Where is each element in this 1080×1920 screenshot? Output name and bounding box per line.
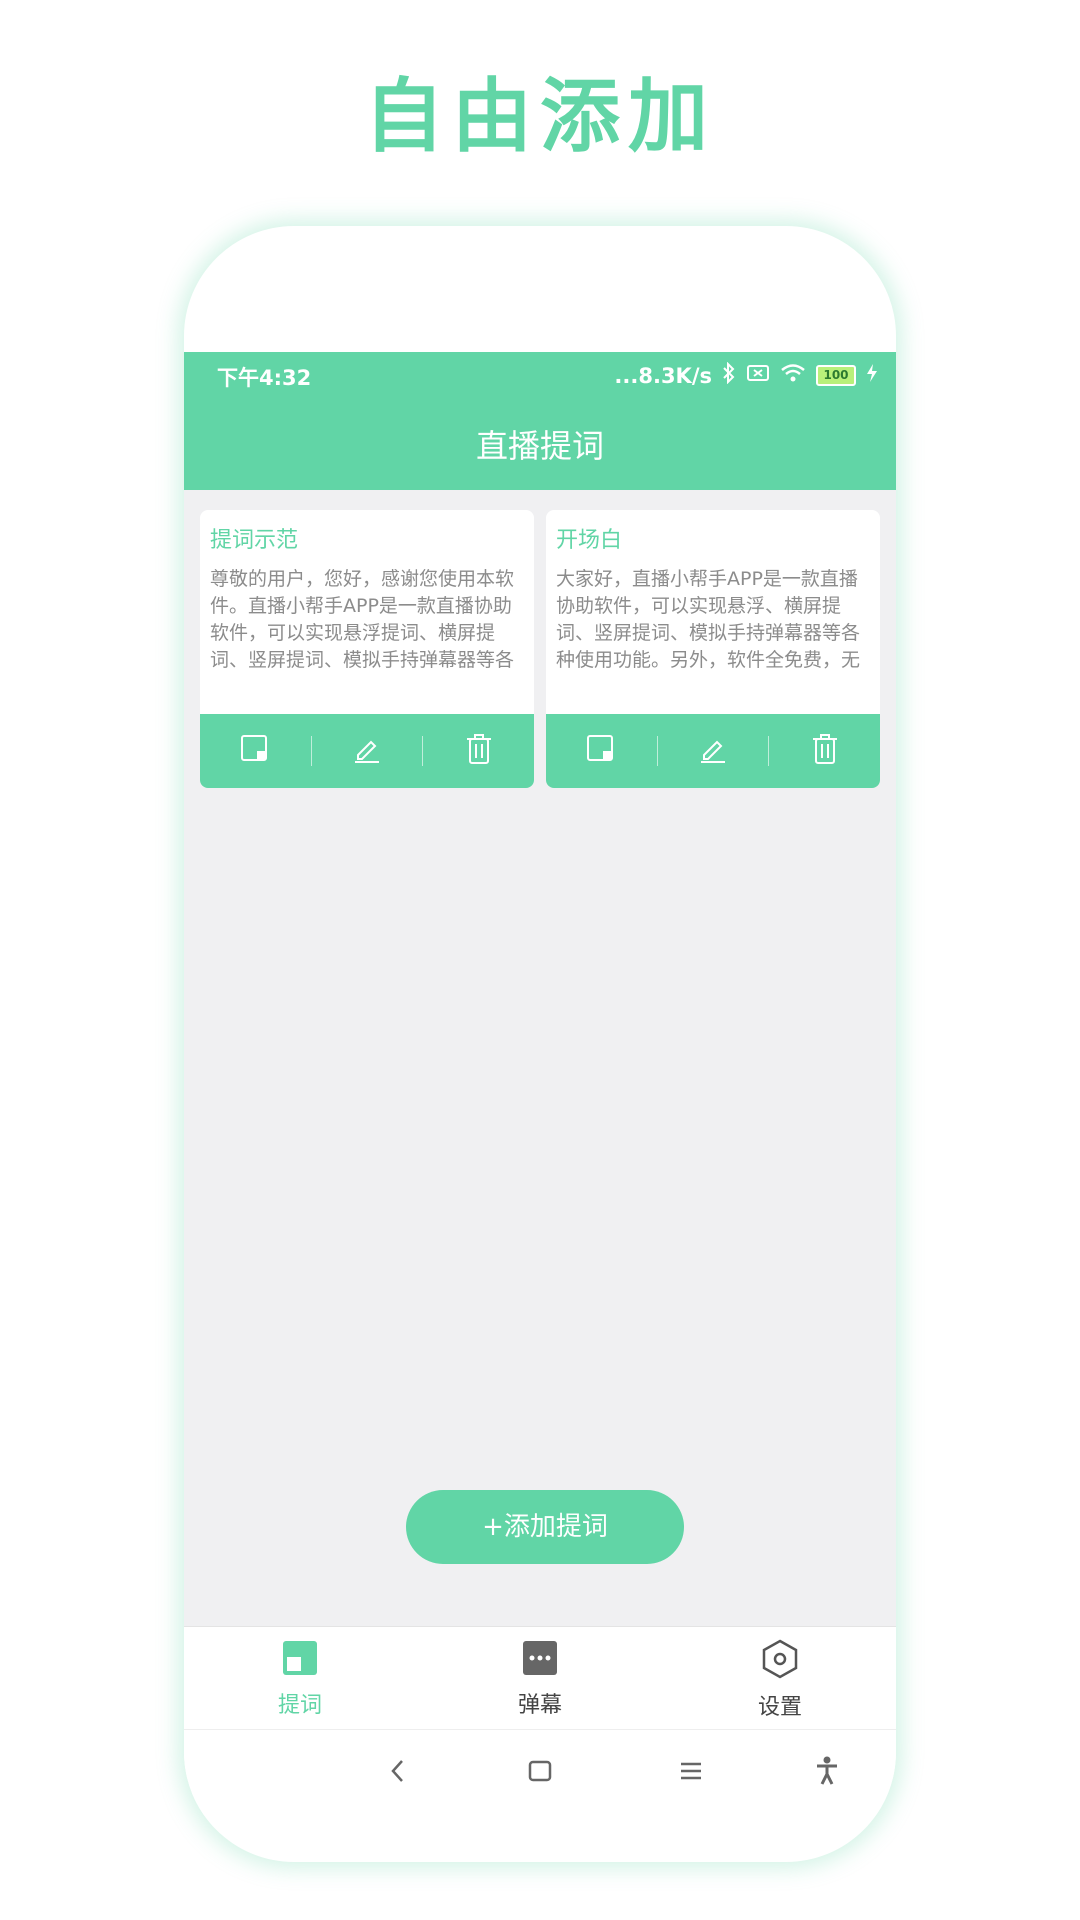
float-icon — [586, 734, 616, 768]
app-bar: 直播提词 — [184, 402, 896, 490]
card-action-bar — [546, 714, 880, 788]
float-button[interactable] — [546, 714, 657, 788]
app-title: 直播提词 — [475, 427, 604, 465]
prompt-card-title: 开场白 — [556, 528, 623, 553]
prompt-list: 提词示范 尊敬的用户，您好，感谢您使用本软件。直播小帮手APP是一款直播协助软件… — [184, 490, 896, 1626]
promo-title: 自由添加 — [364, 70, 716, 163]
prompt-card[interactable]: 开场白 大家好，直播小帮手APP是一款直播协助软件，可以实现悬浮、横屏提词、竖屏… — [546, 510, 880, 788]
bluetooth-icon — [722, 361, 736, 389]
delete-icon — [464, 733, 494, 769]
edit-button[interactable] — [312, 714, 423, 788]
edit-icon — [352, 734, 382, 768]
prompt-icon — [281, 1641, 319, 1681]
system-nav-bar — [184, 1729, 896, 1816]
app-screen: 下午4:32 ...8.3K/s 100 直播提词 提词示范 尊敬的用户，您好，… — [184, 352, 896, 1862]
bottom-tab-bar: 提词 弹幕 设置 — [184, 1626, 896, 1729]
edit-button[interactable] — [658, 714, 769, 788]
back-icon[interactable] — [386, 1756, 410, 1790]
tab-danmaku[interactable]: 弹幕 — [470, 1639, 610, 1719]
wifi-icon — [780, 363, 806, 388]
menu-icon[interactable] — [678, 1756, 704, 1790]
card-action-bar — [200, 714, 534, 788]
edit-icon — [698, 734, 728, 768]
prompt-card[interactable]: 提词示范 尊敬的用户，您好，感谢您使用本软件。直播小帮手APP是一款直播协助软件… — [200, 510, 534, 788]
network-speed: ...8.3K/s — [614, 363, 712, 388]
home-icon[interactable] — [527, 1756, 553, 1790]
float-icon — [240, 734, 270, 768]
battery-icon: 100 — [816, 365, 856, 386]
tab-settings[interactable]: 设置 — [710, 1639, 850, 1721]
status-time: 下午4:32 — [217, 366, 312, 390]
status-bar: 下午4:32 ...8.3K/s 100 — [184, 352, 896, 402]
delete-button[interactable] — [769, 714, 880, 788]
tab-label: 弹幕 — [517, 1693, 562, 1718]
delete-button[interactable] — [423, 714, 534, 788]
delete-icon — [810, 733, 840, 769]
charging-icon — [866, 363, 878, 388]
tab-label: 设置 — [757, 1695, 802, 1720]
status-icons: ...8.3K/s 100 — [614, 361, 878, 389]
sim-off-icon — [746, 363, 770, 388]
tab-label: 提词 — [277, 1693, 322, 1718]
danmaku-icon — [521, 1641, 559, 1681]
settings-icon — [760, 1639, 800, 1683]
tab-prompt[interactable]: 提词 — [230, 1639, 370, 1719]
prompt-card-body: 尊敬的用户，您好，感谢您使用本软件。直播小帮手APP是一款直播协助软件，可以实现… — [210, 568, 515, 671]
accessibility-icon[interactable] — [814, 1756, 840, 1790]
add-prompt-button[interactable]: +添加提词 — [406, 1490, 684, 1564]
float-button[interactable] — [200, 714, 311, 788]
prompt-card-title: 提词示范 — [210, 528, 299, 553]
phone-frame: 下午4:32 ...8.3K/s 100 直播提词 提词示范 尊敬的用户，您好，… — [184, 226, 896, 1862]
prompt-card-body: 大家好，直播小帮手APP是一款直播协助软件，可以实现悬浮、横屏提词、竖屏提词、模… — [556, 568, 861, 671]
